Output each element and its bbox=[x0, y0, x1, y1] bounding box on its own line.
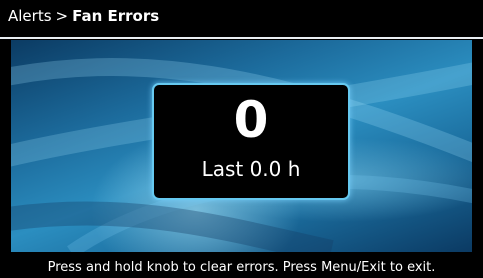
header-divider bbox=[0, 37, 483, 39]
error-count-panel: 0 Last 0.0 h bbox=[152, 83, 350, 200]
last-error-time: Last 0.0 h bbox=[201, 157, 301, 181]
breadcrumb-parent: Alerts bbox=[8, 7, 52, 25]
breadcrumb-separator: > bbox=[55, 7, 69, 25]
footer-instructions: Press and hold knob to clear errors. Pre… bbox=[47, 260, 436, 275]
screen-background: 0 Last 0.0 h bbox=[11, 40, 472, 252]
error-count-value: 0 bbox=[233, 91, 269, 149]
page-title: Fan Errors bbox=[72, 7, 160, 25]
device-display: Alerts > Fan Errors 0 Last 0.0 h Press and… bbox=[0, 0, 483, 278]
breadcrumb: Alerts > Fan Errors bbox=[0, 0, 483, 37]
